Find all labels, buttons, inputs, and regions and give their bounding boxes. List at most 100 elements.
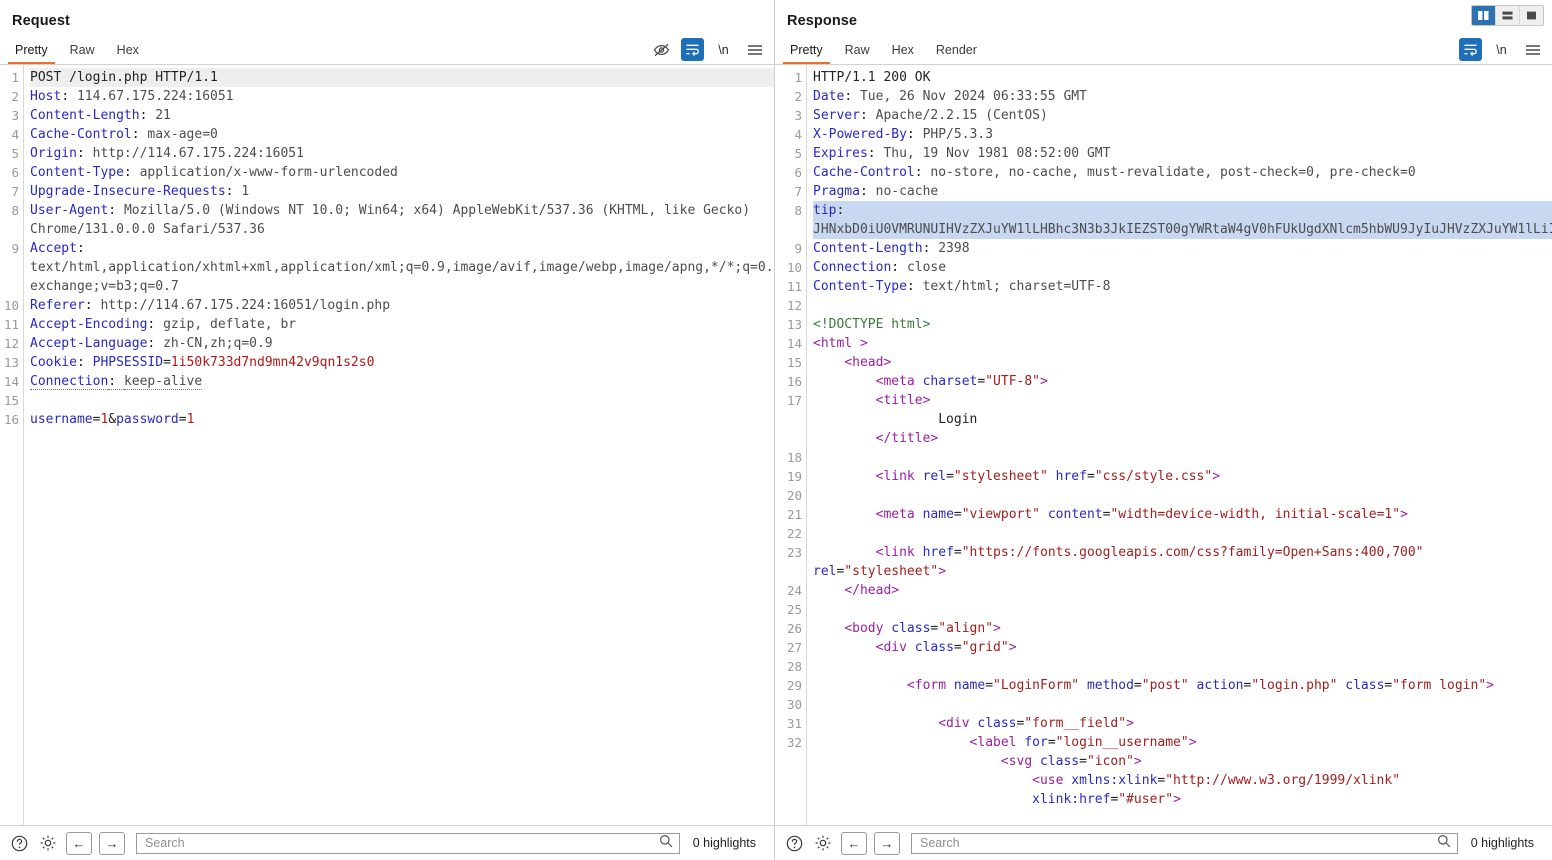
help-icon[interactable] [8,832,30,854]
code-line[interactable]: Content-Type: application/x-www-form-url… [30,163,774,182]
request-panel: Request Pretty Raw Hex [0,0,775,860]
code-token: = [954,507,962,522]
code-line[interactable]: <body class="align"> [813,619,1552,638]
code-line[interactable]: <head> [813,353,1552,372]
code-line[interactable]: <form name="LoginForm" method="post" act… [813,676,1552,695]
code-line[interactable]: Origin: http://114.67.175.224:16051 [30,144,774,163]
line-number: 2 [775,87,802,106]
word-wrap-icon[interactable] [681,38,704,61]
gear-icon[interactable] [37,832,59,854]
response-search-box[interactable] [911,833,1458,854]
code-line[interactable]: </head> [813,581,1552,600]
code-line[interactable] [813,695,1552,714]
code-line[interactable]: Upgrade-Insecure-Requests: 1 [30,182,774,201]
code-line[interactable]: Content-Length: 2398 [813,239,1552,258]
code-line[interactable]: <label for="login__username"> <svg class… [813,733,1552,809]
code-line[interactable]: <link rel="stylesheet" href="css/style.c… [813,467,1552,486]
code-token: </title> [876,431,939,446]
code-line[interactable]: <div class="grid"> [813,638,1552,657]
code-token [813,678,907,693]
code-token: href [1056,469,1087,484]
code-line[interactable] [30,391,774,410]
request-code[interactable]: POST /login.php HTTP/1.1Host: 114.67.175… [23,65,774,825]
code-line[interactable]: <html > [813,334,1552,353]
code-line[interactable]: Accept-Encoding: gzip, deflate, br [30,315,774,334]
search-back-button[interactable]: ← [841,832,867,855]
code-line[interactable]: Cache-Control: no-store, no-cache, must-… [813,163,1552,182]
code-line[interactable]: X-Powered-By: PHP/5.3.3 [813,125,1552,144]
single-pane-icon[interactable] [1520,6,1543,25]
request-tab-raw[interactable]: Raw [59,41,106,64]
search-forward-button[interactable]: → [874,832,900,855]
code-line[interactable]: <title> Login </title> [813,391,1552,448]
request-code-area[interactable]: 12345678 9 10111213141516 POST /login.ph… [0,65,774,825]
response-tab-hex[interactable]: Hex [881,41,925,64]
code-line[interactable]: username=1&password=1 [30,410,774,429]
code-line[interactable] [813,657,1552,676]
split-horizontal-icon[interactable] [1496,6,1520,25]
help-icon[interactable] [783,832,805,854]
code-line[interactable]: Connection: close [813,258,1552,277]
code-line[interactable] [813,448,1552,467]
search-icon[interactable] [1437,834,1451,853]
search-icon[interactable] [659,834,673,853]
code-line[interactable]: POST /login.php HTTP/1.1 [30,68,774,87]
code-line[interactable]: Connection: keep-alive [30,372,774,391]
menu-icon[interactable] [743,38,766,61]
code-line[interactable] [813,600,1552,619]
search-forward-button[interactable]: → [99,832,125,855]
gear-icon[interactable] [812,832,834,854]
code-token: Connection [813,260,891,275]
word-wrap-icon[interactable] [1459,38,1482,61]
code-line[interactable]: Cookie: PHPSESSID=1i50k733d7nd9mn42v9qn1… [30,353,774,372]
code-line[interactable]: Cache-Control: max-age=0 [30,125,774,144]
request-search-box[interactable] [136,833,680,854]
code-line[interactable]: Content-Length: 21 [30,106,774,125]
code-line[interactable] [813,486,1552,505]
response-tab-raw[interactable]: Raw [834,41,881,64]
code-token [1048,469,1056,484]
request-search-input[interactable] [143,835,659,851]
response-search-input[interactable] [918,835,1437,851]
code-line[interactable]: <!DOCTYPE html> [813,315,1552,334]
response-code-area[interactable]: 12345678 91011121314151617 181920212223 … [775,65,1552,825]
code-line[interactable]: Content-Type: text/html; charset=UTF-8 [813,277,1552,296]
newline-icon[interactable]: \n [712,38,735,61]
eye-slash-icon[interactable] [650,38,673,61]
code-line[interactable]: Pragma: no-cache [813,182,1552,201]
menu-icon[interactable] [1521,38,1544,61]
response-code[interactable]: HTTP/1.1 200 OKDate: Tue, 26 Nov 2024 06… [806,65,1552,825]
code-token: username [30,412,93,427]
newline-icon[interactable]: \n [1490,38,1513,61]
code-line[interactable]: HTTP/1.1 200 OK [813,68,1552,87]
response-tab-render[interactable]: Render [925,41,988,64]
code-line[interactable]: <meta charset="UTF-8"> [813,372,1552,391]
request-tab-pretty[interactable]: Pretty [4,41,59,64]
code-line[interactable]: <div class="form__field"> [813,714,1552,733]
search-back-button[interactable]: ← [66,832,92,855]
code-line[interactable]: Server: Apache/2.2.15 (CentOS) [813,106,1552,125]
code-line[interactable]: Host: 114.67.175.224:16051 [30,87,774,106]
code-line[interactable]: User-Agent: Mozilla/5.0 (Windows NT 10.0… [30,201,774,239]
code-token [813,545,876,560]
response-tab-pretty[interactable]: Pretty [779,41,834,64]
code-line[interactable]: Expires: Thu, 19 Nov 1981 08:52:00 GMT [813,144,1552,163]
line-number: 6 [775,163,802,182]
code-token: : [61,89,77,104]
code-line[interactable]: <meta name="viewport" content="width=dev… [813,505,1552,524]
code-token [1189,678,1197,693]
code-token: name [954,678,985,693]
code-line[interactable]: tip: JHNxbD0iU0VMRUNUIHVzZXJuYW1lLHBhc3N… [813,201,1552,239]
code-line[interactable]: Date: Tue, 26 Nov 2024 06:33:55 GMT [813,87,1552,106]
code-token: Cookie [30,355,77,370]
line-number: 10 [0,296,19,315]
code-line[interactable]: Accept-Language: zh-CN,zh;q=0.9 [30,334,774,353]
code-line[interactable] [813,296,1552,315]
request-tab-hex[interactable]: Hex [106,41,150,64]
code-token [813,583,844,598]
code-line[interactable]: Accept: text/html,application/xhtml+xml,… [30,239,774,296]
code-line[interactable]: Referer: http://114.67.175.224:16051/log… [30,296,774,315]
code-line[interactable]: <link href="https://fonts.googleapis.com… [813,543,1552,581]
code-line[interactable] [813,524,1552,543]
split-vertical-icon[interactable] [1472,6,1496,25]
